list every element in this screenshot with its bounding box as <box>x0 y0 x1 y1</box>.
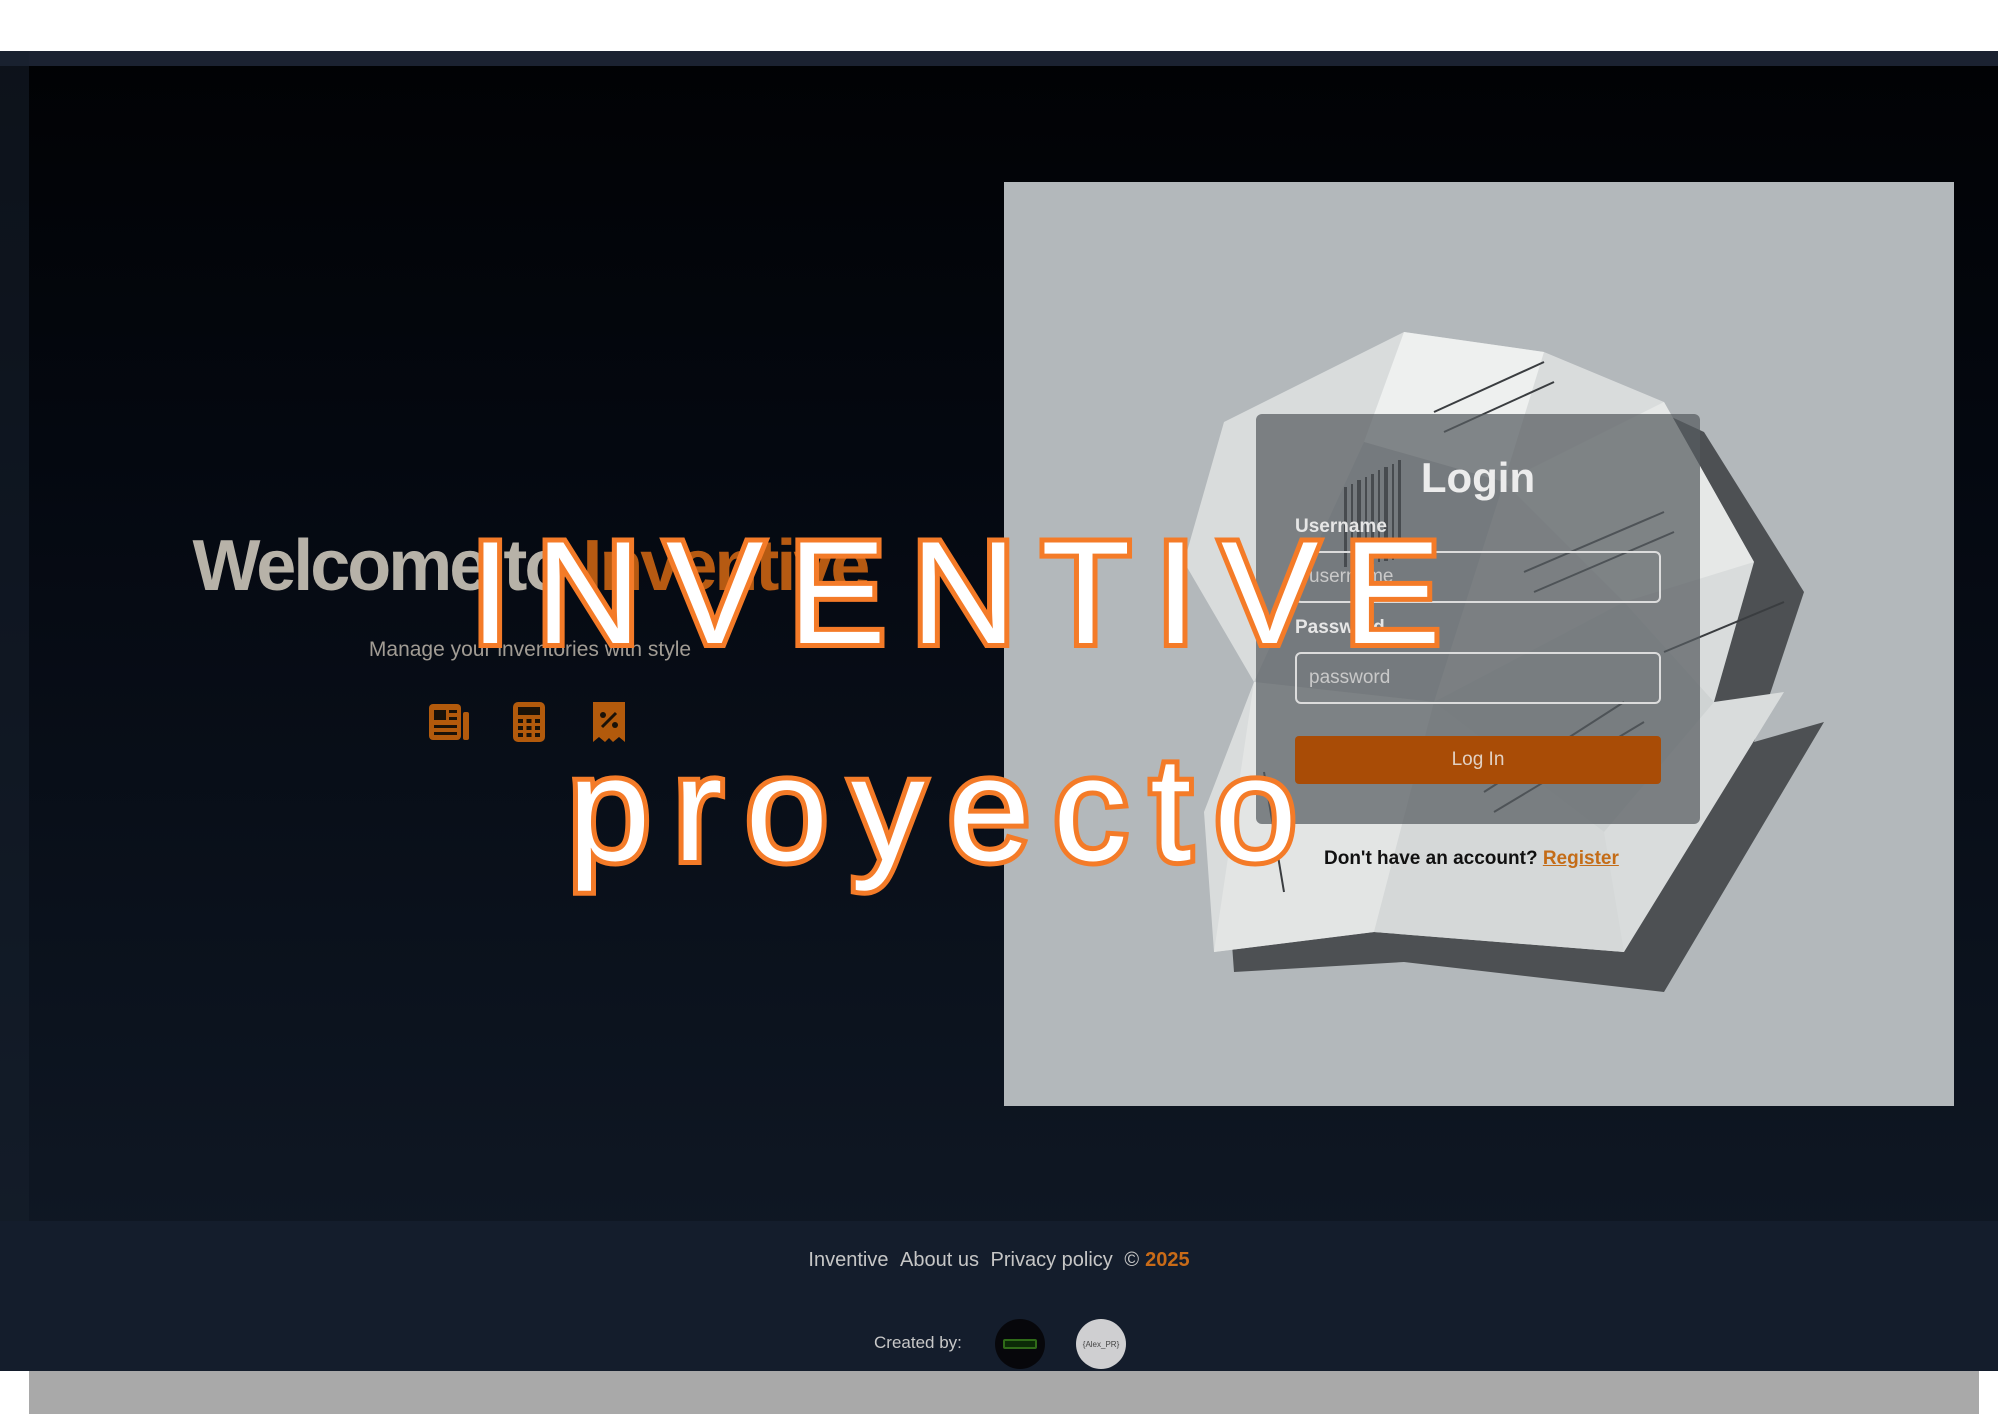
created-by-label: Created by: <box>874 1333 962 1352</box>
app-left-strip <box>0 51 29 1371</box>
register-prompt-line: Don't have an account? Register <box>1324 848 1619 870</box>
creator-avatar-2[interactable]: {Alex_PR} <box>1076 1319 1126 1369</box>
creator-avatar-1[interactable] <box>995 1319 1045 1369</box>
register-prompt: Don't have an account? <box>1324 848 1538 869</box>
overlay-title-line1: INVENTIVE <box>465 511 1466 674</box>
app-window: Welcome to Inventive Manage your invento… <box>0 51 1998 1371</box>
page-top-margin <box>0 0 2000 51</box>
register-link[interactable]: Register <box>1543 848 1619 869</box>
copyright-year: 2025 <box>1145 1249 1190 1271</box>
creator-logo-icon <box>1003 1339 1037 1349</box>
bottom-gray-bar <box>29 1371 1979 1414</box>
footer-link-privacy[interactable]: Privacy policy <box>991 1249 1113 1271</box>
copyright-symbol: © <box>1124 1249 1140 1271</box>
footer-link-about[interactable]: About us <box>900 1249 979 1271</box>
overlay-title-line2: proyecto <box>563 727 1320 892</box>
app-top-bar <box>0 51 1998 66</box>
footer-nav: Inventive About us Privacy policy © 2025 <box>0 1249 1998 1272</box>
login-button[interactable]: Log In <box>1295 736 1661 784</box>
footer: Inventive About us Privacy policy © 2025 … <box>0 1221 1998 1371</box>
newspaper-icon <box>427 700 471 744</box>
login-title: Login <box>1420 454 1536 501</box>
footer-link-home[interactable]: Inventive <box>808 1249 888 1271</box>
calculator-icon <box>507 700 551 744</box>
